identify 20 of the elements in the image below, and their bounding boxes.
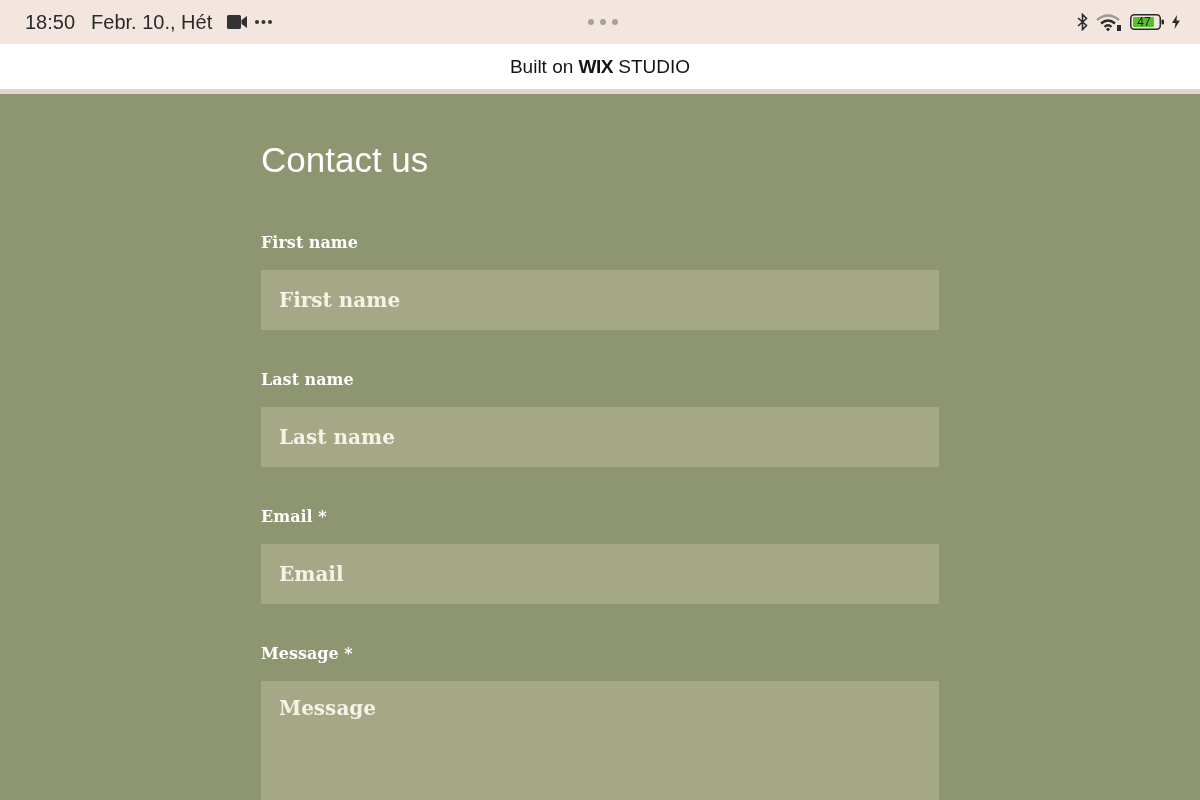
battery-icon xyxy=(1130,13,1164,31)
bluetooth-icon xyxy=(1077,13,1088,31)
input-field[interactable]: Email xyxy=(261,544,939,604)
field-label: Email * xyxy=(261,507,328,527)
input-field[interactable]: Last name xyxy=(261,407,939,467)
input-field[interactable]: First name xyxy=(261,270,939,330)
field-label: Last name xyxy=(261,370,355,390)
field-label: Message * xyxy=(261,644,354,664)
form-title: Contact us xyxy=(261,139,430,181)
message-textarea[interactable]: Message xyxy=(261,681,939,800)
status-time: 18:50 xyxy=(25,10,76,34)
built-on-wix-studio-link[interactable]: Built on WIX STUDIO xyxy=(509,55,691,78)
multitask-dots-icon xyxy=(587,19,618,25)
wifi-icon xyxy=(1096,13,1122,31)
video-camera-icon xyxy=(227,15,248,29)
field-label: First name xyxy=(261,233,359,253)
status-date: Febr. 10., Hét xyxy=(91,10,213,34)
battery-percentage: 47 xyxy=(1136,14,1152,30)
more-dots-icon xyxy=(255,20,273,24)
charging-bolt-icon xyxy=(1172,15,1180,29)
